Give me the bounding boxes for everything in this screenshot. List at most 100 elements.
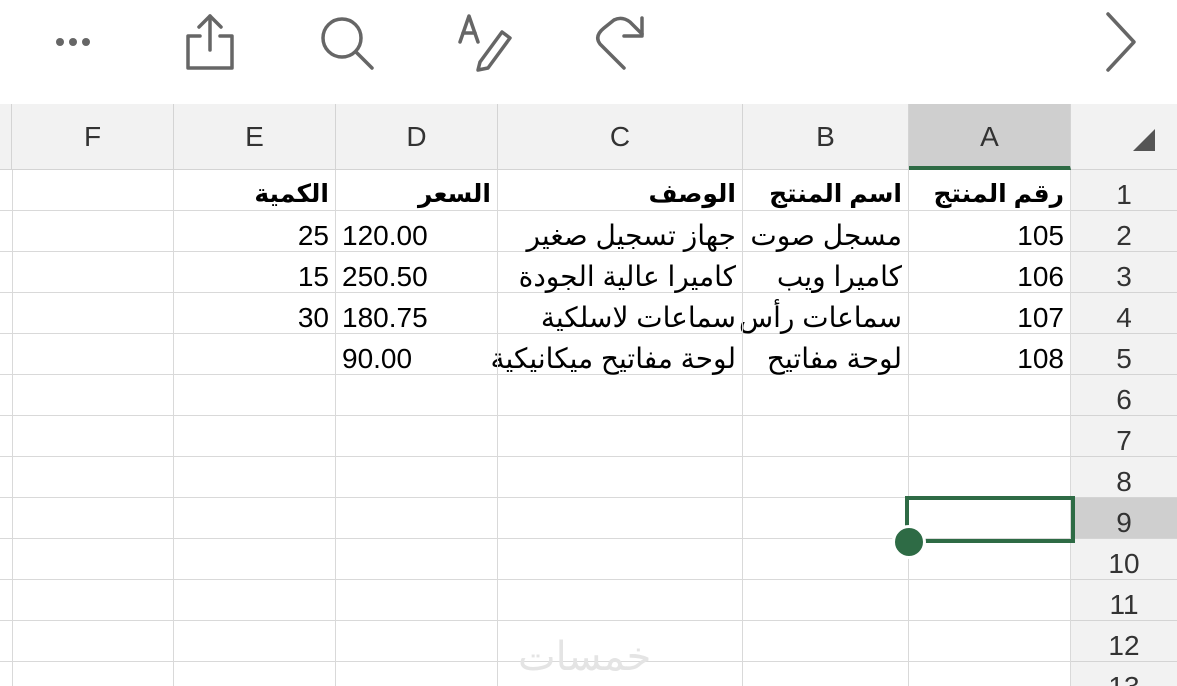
cell-B7[interactable]: [743, 416, 909, 457]
cell-partial[interactable]: [0, 375, 13, 416]
cell-E1[interactable]: الكمية: [174, 170, 336, 211]
cell-F7[interactable]: [12, 416, 174, 457]
cell-partial[interactable]: [0, 416, 13, 457]
row-header-7[interactable]: 7: [1071, 416, 1177, 457]
column-header-D[interactable]: D: [336, 104, 498, 170]
row-header-12[interactable]: 12: [1071, 621, 1177, 662]
cell-B10[interactable]: [743, 539, 909, 580]
column-header-F[interactable]: F: [12, 104, 174, 170]
cell-E5[interactable]: [174, 334, 336, 375]
cell-E10[interactable]: [174, 539, 336, 580]
column-header-B[interactable]: B: [743, 104, 909, 170]
cell-D10[interactable]: [336, 539, 498, 580]
cell-A6[interactable]: [909, 375, 1071, 416]
redo-icon[interactable]: [592, 10, 656, 74]
cell-E8[interactable]: [174, 457, 336, 498]
cell-C9[interactable]: [498, 498, 743, 539]
select-all-corner[interactable]: [1071, 104, 1177, 170]
cell-B13[interactable]: [743, 662, 909, 686]
cell-E12[interactable]: [174, 621, 336, 662]
cell-B12[interactable]: [743, 621, 909, 662]
cell-C3[interactable]: كاميرا عالية الجودة: [498, 252, 743, 293]
share-icon[interactable]: [178, 10, 242, 74]
cell-A4[interactable]: 107: [909, 293, 1071, 334]
row-header-8[interactable]: 8: [1071, 457, 1177, 498]
cell-D3[interactable]: 250.50: [336, 252, 498, 293]
cell-C1[interactable]: الوصف: [498, 170, 743, 211]
cell-F13[interactable]: [12, 662, 174, 686]
cell-C8[interactable]: [498, 457, 743, 498]
cell-C5[interactable]: لوحة مفاتيح ميكانيكية: [491, 334, 743, 375]
column-header-A[interactable]: A: [909, 104, 1071, 170]
column-header-C[interactable]: C: [498, 104, 743, 170]
cell-A3[interactable]: 106: [909, 252, 1071, 293]
cell-E13[interactable]: [174, 662, 336, 686]
cell-E3[interactable]: 15: [174, 252, 336, 293]
cell-F3[interactable]: [12, 252, 174, 293]
cell-D12[interactable]: [336, 621, 498, 662]
row-header-13[interactable]: 13: [1071, 662, 1177, 686]
cell-F1[interactable]: [12, 170, 174, 211]
search-icon[interactable]: [314, 10, 378, 74]
cell-D2[interactable]: 120.00: [336, 211, 498, 252]
cell-E6[interactable]: [174, 375, 336, 416]
cell-A2[interactable]: 105: [909, 211, 1071, 252]
cell-D1[interactable]: السعر: [336, 170, 498, 211]
row-header-4[interactable]: 4: [1071, 293, 1177, 334]
more-icon[interactable]: [40, 10, 104, 74]
cell-partial[interactable]: [0, 334, 13, 375]
cell-A13[interactable]: [909, 662, 1071, 686]
cell-partial[interactable]: [0, 293, 13, 334]
cell-B1[interactable]: اسم المنتج: [743, 170, 909, 211]
cell-partial[interactable]: [0, 170, 13, 211]
cell-partial[interactable]: [0, 252, 13, 293]
cell-C4[interactable]: سماعات لاسلكية: [498, 293, 743, 334]
row-header-3[interactable]: 3: [1071, 252, 1177, 293]
cell-A1[interactable]: رقم المنتج: [909, 170, 1071, 211]
cell-C6[interactable]: [498, 375, 743, 416]
cell-D9[interactable]: [336, 498, 498, 539]
row-header-11[interactable]: 11: [1071, 580, 1177, 621]
cell-F6[interactable]: [12, 375, 174, 416]
cell-F2[interactable]: [12, 211, 174, 252]
cell-E7[interactable]: [174, 416, 336, 457]
cell-D8[interactable]: [336, 457, 498, 498]
cell-A10[interactable]: [909, 539, 1071, 580]
cell-E4[interactable]: 30: [174, 293, 336, 334]
cell-partial[interactable]: [0, 662, 13, 686]
cell-partial[interactable]: [0, 621, 13, 662]
cell-B9[interactable]: [743, 498, 909, 539]
row-header-1[interactable]: 1: [1071, 170, 1177, 211]
cell-A8[interactable]: [909, 457, 1071, 498]
cell-D13[interactable]: [336, 662, 498, 686]
cell-partial[interactable]: [0, 580, 13, 621]
cell-C2[interactable]: جهاز تسجيل صغير: [498, 211, 743, 252]
row-header-10[interactable]: 10: [1071, 539, 1177, 580]
cell-F8[interactable]: [12, 457, 174, 498]
cell-D11[interactable]: [336, 580, 498, 621]
cell-C7[interactable]: [498, 416, 743, 457]
column-header-E[interactable]: E: [174, 104, 336, 170]
cell-B6[interactable]: [743, 375, 909, 416]
cell-F5[interactable]: [12, 334, 174, 375]
cell-E11[interactable]: [174, 580, 336, 621]
row-header-5[interactable]: 5: [1071, 334, 1177, 375]
cell-B2[interactable]: مسجل صوت: [743, 211, 909, 252]
cell-D5[interactable]: 90.00: [336, 334, 498, 375]
cell-B11[interactable]: [743, 580, 909, 621]
row-header-6[interactable]: 6: [1071, 375, 1177, 416]
cell-D6[interactable]: [336, 375, 498, 416]
cell-partial[interactable]: [0, 498, 13, 539]
cell-A12[interactable]: [909, 621, 1071, 662]
cell-F4[interactable]: [12, 293, 174, 334]
cell-B3[interactable]: كاميرا ويب: [743, 252, 909, 293]
cell-B5[interactable]: لوحة مفاتيح: [743, 334, 909, 375]
cell-partial[interactable]: [0, 211, 13, 252]
cell-A7[interactable]: [909, 416, 1071, 457]
cell-E9[interactable]: [174, 498, 336, 539]
cell-partial[interactable]: [0, 539, 13, 580]
cell-D4[interactable]: 180.75: [336, 293, 498, 334]
row-header-2[interactable]: 2: [1071, 211, 1177, 252]
format-text-icon[interactable]: [452, 10, 516, 74]
cell-C11[interactable]: [498, 580, 743, 621]
